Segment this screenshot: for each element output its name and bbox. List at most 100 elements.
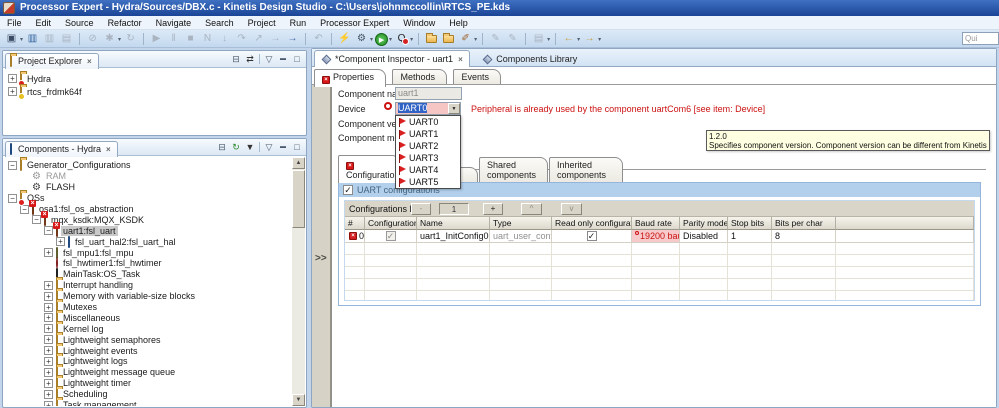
empty-table-row[interactable] xyxy=(345,291,974,300)
tree-item-lightweight-semaphores[interactable]: + Lightweight semaphores xyxy=(4,333,292,346)
device-option-uart3[interactable]: UART3 xyxy=(396,152,460,164)
collapse-icon[interactable]: − xyxy=(8,193,17,203)
expand-icon[interactable]: + xyxy=(44,248,53,258)
read-only-checkbox[interactable] xyxy=(586,231,597,241)
expand-icon[interactable]: + xyxy=(44,280,53,290)
tree-item-ram[interactable]: ⚙ RAM xyxy=(4,171,292,182)
scroll-up-icon[interactable]: ▲ xyxy=(292,157,305,169)
tree-item-lightweight-timer[interactable]: + Lightweight timer xyxy=(4,377,292,390)
tree-item-oss[interactable]: − OSs xyxy=(4,192,292,205)
tree-item-mqx-ksdk-mqx-ksdk[interactable]: −mqx_ksdk:MQX_KSDK xyxy=(4,213,292,226)
menu-item-project[interactable]: Project xyxy=(241,16,283,30)
dropdown-arrow-icon[interactable]: ▾ xyxy=(370,36,373,43)
dropdown-arrow-icon[interactable]: ▾ xyxy=(598,36,601,43)
expand-icon[interactable]: + xyxy=(44,400,53,406)
expand-icon[interactable]: + xyxy=(56,237,65,247)
tree-item-lightweight-logs[interactable]: + Lightweight logs xyxy=(4,355,292,368)
menu-item-refactor[interactable]: Refactor xyxy=(101,16,149,30)
tree-item-lightweight-message-queue[interactable]: + Lightweight message queue xyxy=(4,366,292,379)
dropdown-arrow-icon[interactable]: ▾ xyxy=(577,36,580,43)
collapse-all-icon[interactable]: ⊟ xyxy=(215,140,229,154)
tree-item-lightweight-events[interactable]: + Lightweight events xyxy=(4,344,292,357)
tree-item-fsl-mpu1-fsl-mpu[interactable]: + fsl_mpu1:fsl_mpu xyxy=(4,246,292,259)
expand-icon[interactable]: + xyxy=(8,74,17,83)
table-row[interactable]: ×0 uart1_InitConfig0uart_user_config_t 192… xyxy=(345,230,974,243)
device-option-uart4[interactable]: UART4 xyxy=(396,164,460,176)
expand-icon[interactable]: + xyxy=(44,346,53,356)
close-icon[interactable]: × xyxy=(87,57,92,66)
tab-shared-components[interactable]: Shared components xyxy=(479,157,548,182)
new-wizard-icon[interactable]: ▣ xyxy=(4,32,19,46)
tree-item-mutexes[interactable]: + Mutexes xyxy=(4,301,292,314)
expand-icon[interactable]: + xyxy=(44,291,53,301)
scrollbar-thumb[interactable] xyxy=(292,170,305,228)
maximize-icon[interactable]: □ xyxy=(290,52,304,66)
component-name-field[interactable]: uart1 xyxy=(395,87,462,100)
uart-configurations-checkbox[interactable] xyxy=(343,185,353,195)
menu-item-processor-expert[interactable]: Processor Expert xyxy=(313,16,396,30)
baud-rate-cell[interactable]: 19200 baud xyxy=(632,230,680,243)
mark-occurrences-icon[interactable]: ✎ xyxy=(488,32,503,46)
resume-icon[interactable]: ▶ xyxy=(149,32,164,46)
expand-icon[interactable]: + xyxy=(44,356,53,366)
device-option-uart2[interactable]: UART2 xyxy=(396,140,460,152)
expand-icon[interactable]: + xyxy=(44,302,53,312)
open-project-icon[interactable] xyxy=(424,32,439,46)
debug-icon[interactable]: ⚙ xyxy=(354,32,369,46)
tree-item-uart1-fsl-uart[interactable]: −uart1:fsl_uart xyxy=(4,224,292,237)
quick-access-input[interactable] xyxy=(962,32,999,45)
reset-icon[interactable]: ↻ xyxy=(123,32,138,46)
expand-icon[interactable]: + xyxy=(8,87,17,96)
move-down-button[interactable]: v xyxy=(561,203,582,215)
expand-icon[interactable]: + xyxy=(44,367,53,377)
save-icon[interactable]: ▥ xyxy=(25,32,40,46)
format-brush-icon[interactable]: ✐ xyxy=(458,32,473,46)
tree-item-generator-configurations[interactable]: − Generator_Configurations xyxy=(4,159,292,172)
menu-item-window[interactable]: Window xyxy=(396,16,442,30)
tab-components-hydra[interactable]: Components - Hydra × xyxy=(5,140,118,157)
edit-annotations-icon[interactable]: ✎ xyxy=(505,32,520,46)
run-to-line-icon[interactable]: → xyxy=(268,32,283,46)
link-with-editor-icon[interactable]: ⇄ xyxy=(243,52,257,66)
dropdown-arrow-icon[interactable]: ▾ xyxy=(547,36,550,43)
tree-item-fsl-uart-hal2-fsl-uart-hal[interactable]: + fsl_uart_hal2:fsl_uart_hal xyxy=(4,235,292,248)
combo-dropdown-icon[interactable]: ▼ xyxy=(448,103,460,114)
parity-mode-cell[interactable]: Disabled xyxy=(680,230,728,243)
restore-chevrons[interactable]: >> xyxy=(315,253,327,264)
tree-item-scheduling[interactable]: + Scheduling xyxy=(4,388,292,401)
collapse-all-icon[interactable]: ⊟ xyxy=(229,52,243,66)
menu-item-search[interactable]: Search xyxy=(198,16,241,30)
expand-icon[interactable]: + xyxy=(44,389,53,399)
empty-table-row[interactable] xyxy=(345,255,974,267)
collapse-icon[interactable]: − xyxy=(44,226,53,236)
maximize-icon[interactable]: □ xyxy=(290,140,304,154)
tree-item-task-management[interactable]: + Task management xyxy=(4,399,292,406)
save-all-icon[interactable]: ▥ xyxy=(42,32,57,46)
tab-properties[interactable]: × Properties xyxy=(314,69,387,87)
close-icon[interactable]: × xyxy=(458,55,463,64)
device-option-uart5[interactable]: UART5 xyxy=(396,176,460,188)
step-into-icon[interactable]: ↓ xyxy=(217,32,232,46)
run-icon[interactable]: ▶ xyxy=(375,32,389,46)
menu-item-edit[interactable]: Edit xyxy=(29,16,59,30)
empty-table-row[interactable] xyxy=(345,279,974,291)
tree-item-flash[interactable]: ⚙ FLASH xyxy=(4,182,292,193)
name-cell[interactable]: uart1_InitConfig0 xyxy=(417,230,490,243)
disconnect-icon[interactable]: N xyxy=(200,32,215,46)
components-scrollbar[interactable]: ▲ ▼ xyxy=(292,157,305,406)
minimize-icon[interactable]: ▬ xyxy=(276,140,290,154)
move-up-button[interactable]: ^ xyxy=(521,203,542,215)
device-option-uart1[interactable]: UART1 xyxy=(396,128,460,140)
tree-item-hydra[interactable]: + Hydra xyxy=(4,72,305,85)
device-option-uart0[interactable]: UART0 xyxy=(396,116,460,128)
scroll-down-icon[interactable]: ▼ xyxy=(292,394,305,406)
view-menu-icon[interactable]: ▽ xyxy=(262,52,276,66)
expand-icon[interactable]: + xyxy=(44,335,53,345)
dropdown-arrow-icon[interactable]: ▾ xyxy=(410,36,413,43)
menu-item-run[interactable]: Run xyxy=(283,16,314,30)
tree-item-rtcs-frdmk64f[interactable]: + rtcs_frdmk64f xyxy=(4,85,305,98)
menu-item-file[interactable]: File xyxy=(0,16,29,30)
flash-from-file-icon[interactable]: ⚡ xyxy=(337,32,352,46)
tree-item-interrupt-handling[interactable]: + Interrupt handling xyxy=(4,279,292,292)
tree-item-memory-with-variable-size-blocks[interactable]: + Memory with variable-size blocks xyxy=(4,290,292,303)
